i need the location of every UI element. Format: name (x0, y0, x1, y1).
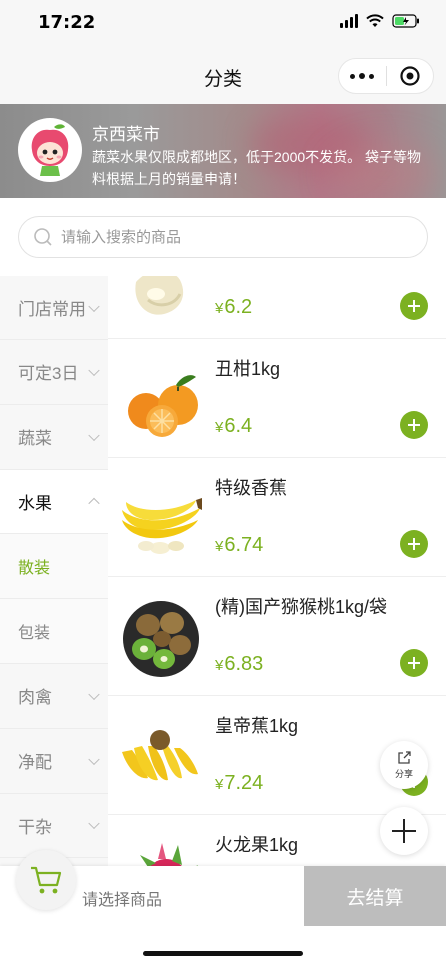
store-notice: 蔬菜水果仅限成都地区，低于2000不发货。 袋子等物料根据上月的销量申请！ (92, 149, 422, 187)
kiwi-image (123, 601, 199, 677)
floating-add-button[interactable] (380, 807, 428, 855)
product-name: 火龙果1kg (215, 835, 299, 855)
mini-program-capsule (338, 58, 434, 94)
add-to-cart-button[interactable] (400, 292, 428, 320)
dragon-fruit-image (140, 843, 198, 866)
category-label: 水果 (18, 493, 52, 513)
status-bar: 17:22 (0, 0, 446, 48)
chevron-down-icon (88, 429, 100, 441)
subcategory-item-packaged[interactable]: 包装 (0, 599, 108, 664)
target-icon (400, 66, 420, 86)
category-sidebar: 门店常用 可定3日 蔬菜 水果 散装 包装 肉禽 净配 干杂 (0, 276, 108, 866)
cart-bar: 请选择商品 去结算 (0, 850, 446, 926)
nav-bar: 分类 (0, 48, 446, 104)
mascot-icon (19, 119, 81, 181)
status-icons (340, 14, 420, 28)
chevron-down-icon (88, 364, 100, 376)
signal-icon (340, 14, 358, 28)
product-price: ¥7.24 (215, 772, 264, 794)
subcategory-item-bulk[interactable]: 散装 (0, 534, 108, 600)
banana-image (122, 498, 202, 554)
category-label: 干杂 (18, 817, 52, 837)
category-label: 净配 (18, 753, 52, 773)
product-name: 特级香蕉 (215, 478, 287, 498)
baby-banana-image (122, 730, 198, 781)
search-input[interactable] (61, 228, 401, 246)
category-item-vegetables[interactable]: 蔬菜 (0, 405, 108, 470)
product-card[interactable]: 丑柑1kg ¥6.4 (108, 339, 446, 458)
cart-hint: 请选择商品 (82, 892, 163, 909)
product-price: ¥6.74 (215, 534, 264, 556)
product-price: ¥6.2 (215, 296, 253, 318)
chevron-down-icon (88, 818, 100, 830)
battery-icon (392, 14, 419, 28)
search-box[interactable] (18, 216, 428, 258)
category-label: 肉禽 (18, 688, 52, 708)
wifi-icon (366, 14, 384, 27)
cart-button[interactable] (16, 850, 76, 910)
category-item-fruit[interactable]: 水果 (0, 469, 108, 535)
product-card[interactable]: 特级香蕉 ¥6.74 (108, 458, 446, 577)
store-banner: 京西菜市 蔬菜水果仅限成都地区，低于2000不发货。 袋子等物料根据上月的销量申… (0, 104, 446, 198)
category-item-reserve-3-days[interactable]: 可定3日 (0, 340, 108, 405)
category-item-store-common[interactable]: 门店常用 (0, 276, 108, 340)
add-to-cart-button[interactable] (400, 530, 428, 558)
add-to-cart-button[interactable] (400, 411, 428, 439)
subcategory-label: 散装 (18, 560, 51, 578)
product-name: 丑柑1kg (215, 359, 281, 379)
share-icon (398, 751, 411, 764)
category-item-prepared[interactable]: 净配 (0, 729, 108, 794)
chevron-down-icon (88, 753, 100, 765)
category-item-meat-poultry[interactable]: 肉禽 (0, 664, 108, 729)
product-card[interactable]: ¥6.2 (108, 276, 446, 339)
chevron-down-icon (88, 300, 100, 312)
product-card[interactable]: (精)国产猕猴桃1kg/袋 ¥6.83 (108, 577, 446, 696)
category-item-dry-goods[interactable]: 干杂 (0, 794, 108, 859)
add-to-cart-button[interactable] (400, 649, 428, 677)
chevron-up-icon (88, 498, 100, 510)
subcategory-label: 包装 (18, 625, 51, 643)
product-name: 皇帝蕉1kg (215, 716, 299, 736)
category-label: 蔬菜 (18, 429, 52, 449)
share-label: 分享 (394, 769, 413, 779)
store-avatar (18, 118, 82, 182)
product-price: ¥6.4 (215, 415, 253, 437)
search-area (0, 198, 446, 278)
chevron-down-icon (88, 688, 100, 700)
category-label: 可定3日 (18, 364, 79, 384)
plus-icon (392, 819, 416, 843)
ugly-tangerine-image (128, 375, 198, 437)
share-button[interactable]: 分享 (380, 741, 428, 789)
close-button[interactable] (387, 59, 434, 93)
pear-image (135, 276, 184, 315)
status-time: 17:22 (38, 12, 96, 33)
product-price: ¥6.83 (215, 653, 264, 675)
checkout-button[interactable]: 去结算 (304, 866, 446, 926)
product-name: (精)国产猕猴桃1kg/袋 (215, 597, 388, 617)
more-menu-button[interactable] (339, 59, 386, 93)
cart-icon (31, 866, 62, 894)
category-label: 门店常用 (18, 300, 86, 319)
home-indicator (0, 926, 446, 966)
store-name: 京西菜市 (92, 125, 160, 144)
search-icon (34, 228, 52, 246)
